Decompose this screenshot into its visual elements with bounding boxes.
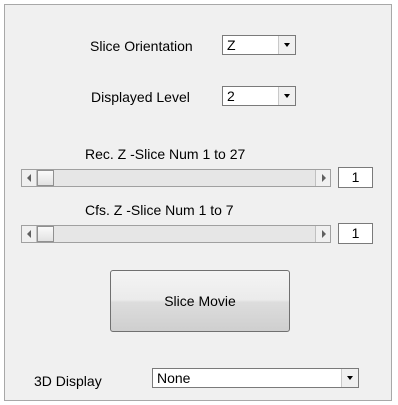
3d-display-value: None: [157, 370, 191, 386]
scroll-left-icon[interactable]: [22, 226, 37, 242]
cfs-slice-slider-thumb[interactable]: [37, 226, 54, 242]
slice-orientation-select[interactable]: Z: [222, 35, 296, 55]
slice-movie-button[interactable]: Slice Movie: [110, 270, 290, 332]
rec-slice-label: Rec. Z -Slice Num 1 to 27: [85, 146, 246, 162]
cfs-slice-label: Cfs. Z -Slice Num 1 to 7: [85, 202, 234, 218]
cfs-slice-slider[interactable]: [21, 225, 331, 243]
scroll-left-icon[interactable]: [22, 170, 37, 186]
slice-orientation-label: Slice Orientation: [90, 38, 193, 54]
displayed-level-select[interactable]: 2: [222, 86, 296, 106]
3d-display-select[interactable]: None: [152, 368, 359, 388]
slice-orientation-value: Z: [227, 37, 236, 53]
3d-display-label: 3D Display: [34, 373, 102, 389]
cfs-slice-value-field[interactable]: 1: [338, 223, 373, 244]
chevron-down-icon[interactable]: [341, 369, 358, 387]
scroll-right-icon[interactable]: [315, 226, 330, 242]
displayed-level-label: Displayed Level: [91, 89, 190, 105]
rec-slice-slider[interactable]: [21, 169, 331, 187]
chevron-down-icon[interactable]: [278, 87, 295, 105]
chevron-down-icon[interactable]: [278, 36, 295, 54]
rec-slice-slider-thumb[interactable]: [37, 170, 54, 186]
scroll-right-icon[interactable]: [315, 170, 330, 186]
displayed-level-value: 2: [227, 88, 235, 104]
rec-slice-value-field[interactable]: 1: [338, 167, 373, 188]
control-panel: Slice Orientation Z Displayed Level 2 Re…: [4, 4, 392, 401]
